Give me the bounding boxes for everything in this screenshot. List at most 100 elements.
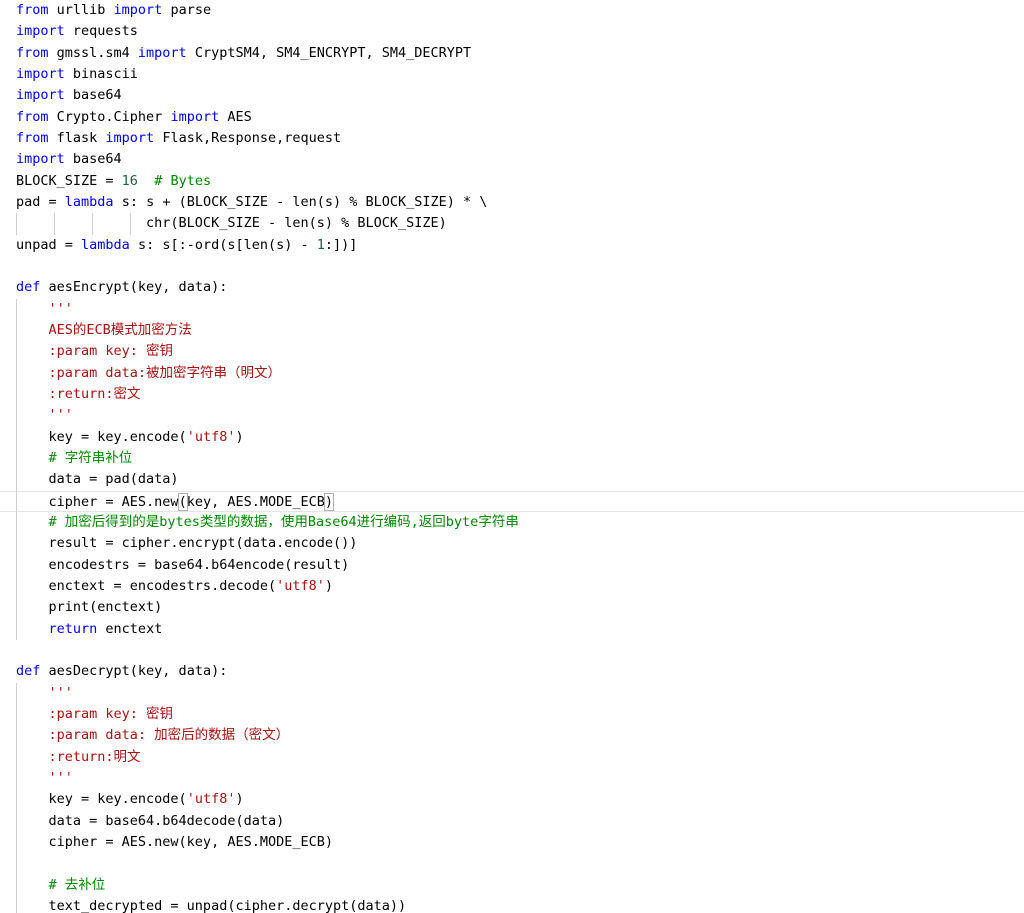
keyword-token: import [16, 87, 65, 104]
code-token: pad = [16, 193, 65, 210]
code-line[interactable]: chr(BLOCK_SIZE - len(s) % BLOCK_SIZE) [16, 213, 447, 234]
code-token: base64 [64, 87, 122, 104]
code-line[interactable]: pad = lambda s: s + (BLOCK_SIZE - len(s)… [16, 192, 487, 213]
code-line[interactable]: :return:密文 [16, 384, 141, 405]
bracket-match: ( [177, 492, 188, 511]
code-line[interactable]: unpad = lambda s: s[:-ord(s[len(s) - 1:]… [16, 235, 357, 256]
docstring-token: ''' [48, 684, 73, 701]
docstring-token: :param data:被加密字符串（明文） [48, 364, 282, 381]
code-line[interactable]: :param key: 密钥 [16, 341, 174, 362]
keyword-token: import [137, 44, 187, 61]
code-line[interactable]: key = key.encode('utf8') [16, 789, 244, 810]
code-line[interactable]: import requests [16, 21, 138, 42]
code-line-active[interactable]: cipher = AES.new(key, AES.MODE_ECB) [0, 490, 1024, 512]
code-line[interactable]: from flask import Flask,Response,request [16, 128, 341, 149]
code-token: urllib [48, 2, 114, 18]
indent-guide [92, 213, 93, 235]
code-line[interactable]: text_decrypted = unpad(cipher.decrypt(da… [16, 896, 407, 913]
keyword-token: def [16, 663, 41, 680]
code-line[interactable]: data = base64.b64decode(data) [16, 811, 285, 832]
code-token: key = key.encode( [16, 791, 187, 808]
number-token: 16 [121, 172, 138, 189]
code-token: data = base64.b64decode(data) [16, 812, 285, 829]
code-line[interactable]: enctext = encodestrs.decode('utf8') [16, 576, 334, 597]
keyword-token: def [16, 279, 41, 296]
code-line[interactable]: import binascii [16, 64, 138, 85]
code-line[interactable]: ''' [16, 683, 73, 704]
code-line[interactable]: from Crypto.Cipher import AES [16, 107, 252, 128]
code-line[interactable]: data = pad(data) [16, 469, 179, 490]
indent-guide [16, 298, 17, 640]
code-token: key = key.encode( [16, 428, 187, 445]
docstring-token: AES的ECB模式加密方法 [48, 321, 192, 338]
string-token: 'utf8' [276, 577, 325, 594]
code-token: enctext [97, 620, 163, 637]
code-token: binascii [64, 65, 138, 82]
string-token: 'utf8' [186, 428, 236, 445]
code-token: key, AES.MODE_ECB [186, 493, 325, 510]
code-line[interactable]: :param data:被加密字符串（明文） [16, 363, 282, 384]
code-line[interactable]: :param data: 加密后的数据（密文） [16, 725, 290, 746]
code-token: data = pad(data) [16, 471, 179, 488]
bracket-match: ) [323, 492, 335, 511]
code-line[interactable]: ''' [16, 405, 73, 426]
code-line[interactable]: result = cipher.encrypt(data.encode()) [16, 533, 358, 554]
code-token: ) [324, 577, 334, 594]
keyword-token: from [16, 2, 49, 18]
code-line[interactable]: key = key.encode('utf8') [16, 427, 244, 448]
code-line[interactable]: :param key: 密钥 [16, 704, 174, 725]
keyword-token: import [16, 23, 65, 40]
code-line[interactable]: return enctext [16, 619, 163, 640]
indent-guide [16, 682, 17, 913]
code-line[interactable]: from urllib import parse [16, 0, 211, 21]
code-line[interactable]: def aesDecrypt(key, data): [16, 661, 227, 682]
code-line[interactable]: import base64 [16, 149, 122, 170]
code-token: unpad = [16, 236, 82, 253]
code-token: :])] [324, 236, 358, 253]
code-token: ) [235, 428, 244, 445]
indent-guide [130, 213, 131, 235]
code-token: encodestrs = base64.b64encode(result) [16, 556, 350, 573]
code-line[interactable]: # 字符串补位 [16, 448, 133, 469]
number-token: 1 [316, 236, 325, 253]
keyword-token: import [16, 151, 65, 168]
keyword-token: import [170, 108, 220, 125]
keyword-token: from [16, 44, 49, 61]
code-line[interactable]: :return:明文 [16, 747, 141, 768]
code-line[interactable]: def aesEncrypt(key, data): [16, 277, 227, 298]
code-token: ) [235, 791, 244, 808]
code-line[interactable]: # 加密后得到的是bytes类型的数据，使用Base64进行编码,返回byte字… [16, 512, 519, 533]
code-token: cipher = AES.new(key, AES.MODE_ECB) [16, 833, 333, 850]
code-token: parse [162, 2, 212, 18]
comment-token: # 字符串补位 [48, 449, 133, 466]
code-line[interactable]: # 去补位 [16, 875, 106, 896]
code-editor[interactable]: from urllib import parse import requests f… [0, 0, 1024, 913]
string-token: 'utf8' [186, 791, 236, 808]
code-line[interactable]: cipher = AES.new(key, AES.MODE_ECB) [16, 832, 333, 853]
code-line[interactable]: ''' [16, 768, 73, 789]
code-line[interactable]: AES的ECB模式加密方法 [16, 320, 192, 341]
comment-token: # 去补位 [48, 876, 106, 893]
code-line[interactable]: BLOCK_SIZE = 16 # Bytes [16, 171, 211, 192]
code-line[interactable]: print(enctext) [16, 597, 163, 618]
code-line[interactable]: from gmssl.sm4 import CryptSM4, SM4_ENCR… [16, 43, 471, 64]
code-token: text_decrypted = unpad(cipher.decrypt(da… [16, 897, 407, 913]
docstring-token: ''' [48, 300, 73, 317]
comment-token: # 加密后得到的是bytes类型的数据，使用Base64进行编码,返回byte字… [48, 513, 519, 530]
code-line[interactable]: ''' [16, 299, 73, 320]
code-line[interactable]: import base64 [16, 85, 122, 106]
code-line[interactable]: encodestrs = base64.b64encode(result) [16, 555, 350, 576]
